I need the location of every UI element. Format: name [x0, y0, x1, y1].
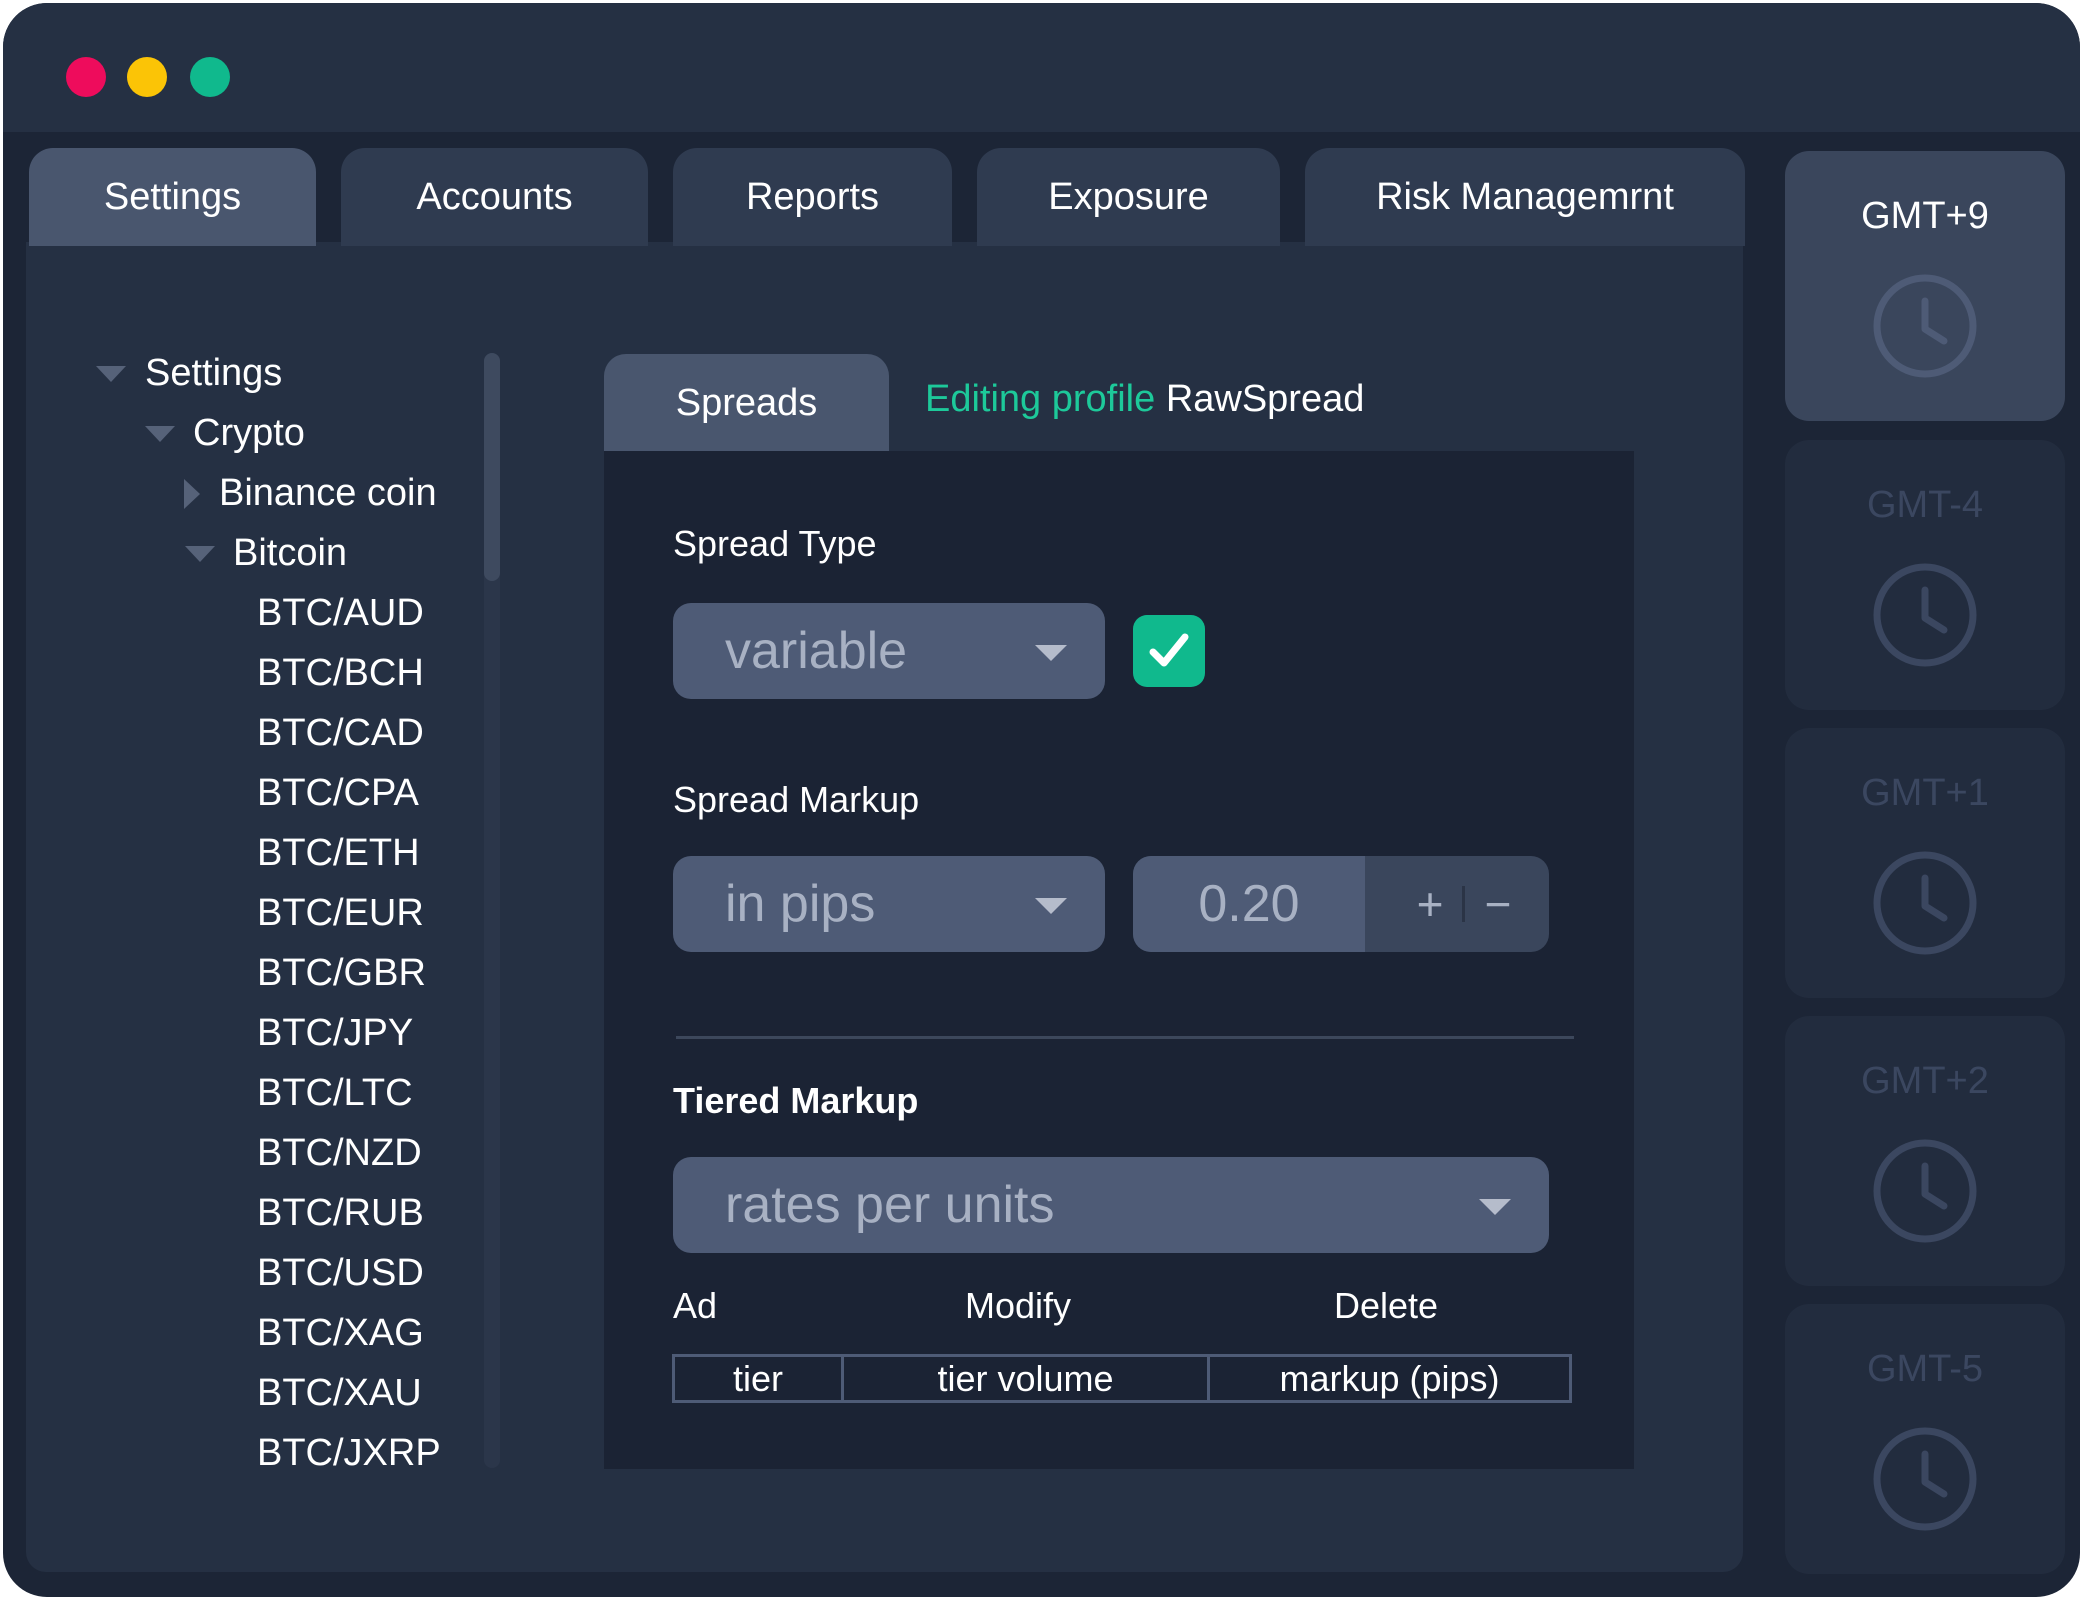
tree-item-settings[interactable]: Settings — [145, 350, 282, 396]
check-icon — [1149, 633, 1189, 667]
tab-settings[interactable]: Settings — [29, 148, 316, 246]
tab-exposure[interactable]: Exposure — [977, 148, 1280, 246]
clock-icon — [1873, 1427, 1977, 1531]
minimize-window-button[interactable] — [127, 57, 167, 97]
clock-icon — [1873, 563, 1977, 667]
chevron-down-icon — [1035, 645, 1067, 661]
add-tier-button[interactable]: Ad — [673, 1285, 717, 1327]
column-header-markup: markup (pips) — [1207, 1357, 1569, 1400]
spread-type-label: Spread Type — [673, 523, 877, 564]
spread-markup-stepper[interactable]: 0.20 + − — [1133, 856, 1549, 952]
tab-spreads[interactable]: Spreads — [604, 354, 889, 452]
spread-markup-value-input[interactable]: 0.20 — [1133, 856, 1365, 952]
clock-icon — [1873, 274, 1977, 378]
section-divider — [676, 1036, 1574, 1039]
tree-item-pair[interactable]: BTC/EUR — [257, 890, 424, 936]
increment-button[interactable]: + — [1395, 856, 1465, 952]
tiered-markup-label: Tiered Markup — [673, 1080, 919, 1121]
tree-item-pair[interactable]: BTC/GBR — [257, 950, 426, 996]
tree-item-pair[interactable]: BTC/JPY — [257, 1010, 413, 1056]
spread-markup-unit: in pips — [725, 875, 876, 933]
column-header-tier: tier — [732, 1357, 783, 1399]
tree-item-pair[interactable]: BTC/USD — [257, 1250, 424, 1296]
title-bar — [3, 3, 2080, 132]
spread-markup-label: Spread Markup — [673, 779, 920, 820]
tab-accounts[interactable]: Accounts — [341, 148, 648, 246]
timezone-label: GMT+1 — [1861, 772, 1989, 814]
tree-item-pair[interactable]: BTC/CPA — [257, 770, 419, 816]
timezone-label: GMT+2 — [1861, 1060, 1989, 1102]
chevron-right-icon[interactable] — [184, 479, 200, 509]
tiered-markup-select[interactable]: rates per units — [673, 1157, 1549, 1253]
spread-type-select[interactable]: variable — [673, 603, 1105, 699]
tree-item-pair[interactable]: BTC/NZD — [257, 1130, 422, 1176]
chevron-down-icon[interactable] — [96, 366, 126, 382]
modify-tier-button[interactable]: Modify — [965, 1285, 1071, 1327]
profile-name: RawSpread — [1165, 378, 1365, 420]
tree-item-pair[interactable]: BTC/LTC — [257, 1070, 413, 1116]
timezone-card-gmt-minus-4[interactable]: GMT-4 — [1785, 440, 2065, 710]
tree-item-pair[interactable]: BTC/CAD — [257, 710, 424, 756]
tree-item-pair[interactable]: BTC/JXRP — [257, 1430, 441, 1476]
chevron-down-icon — [1479, 1199, 1511, 1215]
tree-item-pair[interactable]: BTC/BCH — [257, 650, 424, 696]
timezone-card-gmt-minus-5[interactable]: GMT-5 — [1785, 1304, 2065, 1574]
close-window-button[interactable] — [66, 57, 106, 97]
tree-item-pair[interactable]: BTC/ETH — [257, 830, 420, 876]
tree-item-crypto[interactable]: Crypto — [193, 410, 305, 456]
chevron-down-icon[interactable] — [185, 546, 215, 562]
maximize-window-button[interactable] — [190, 57, 230, 97]
chevron-down-icon[interactable] — [145, 426, 175, 442]
editing-profile-label: Editing profile RawSpread — [925, 378, 1364, 421]
timezone-label: GMT-5 — [1866, 1348, 1984, 1390]
tree-item-pair[interactable]: BTC/XAU — [257, 1370, 422, 1416]
tree-item-pair[interactable]: BTC/RUB — [257, 1190, 424, 1236]
timezone-label: GMT+9 — [1861, 195, 1989, 237]
timezone-label: GMT-4 — [1866, 484, 1984, 526]
tree-scrollbar-thumb[interactable] — [484, 353, 500, 581]
spread-markup-unit-select[interactable]: in pips — [673, 856, 1105, 952]
tiered-markup-value: rates per units — [725, 1176, 1055, 1234]
tree-item-pair[interactable]: BTC/XAG — [257, 1310, 424, 1356]
tab-risk-management[interactable]: Risk Managemrnt — [1305, 148, 1745, 246]
tree-item-pair[interactable]: BTC/AUD — [257, 590, 424, 636]
decrement-button[interactable]: − — [1463, 856, 1533, 952]
timezone-card-gmt-plus-1[interactable]: GMT+1 — [1785, 728, 2065, 998]
editing-prefix: Editing profile — [925, 378, 1156, 420]
chevron-down-icon — [1035, 898, 1067, 914]
clock-icon — [1873, 1139, 1977, 1243]
spread-type-checkbox[interactable] — [1133, 615, 1205, 687]
spread-type-value: variable — [725, 622, 908, 680]
tab-reports[interactable]: Reports — [673, 148, 952, 246]
clock-icon — [1873, 851, 1977, 955]
column-header-tier-volume: tier volume — [841, 1357, 1207, 1400]
tree-item-bitcoin[interactable]: Bitcoin — [233, 530, 347, 576]
tree-item-binance-coin[interactable]: Binance coin — [219, 470, 437, 516]
delete-tier-button[interactable]: Delete — [1334, 1285, 1438, 1327]
tier-table-header: tier tier volume markup (pips) — [672, 1354, 1572, 1403]
timezone-card-gmt-plus-9[interactable]: GMT+9 — [1785, 151, 2065, 421]
timezone-card-gmt-plus-2[interactable]: GMT+2 — [1785, 1016, 2065, 1286]
